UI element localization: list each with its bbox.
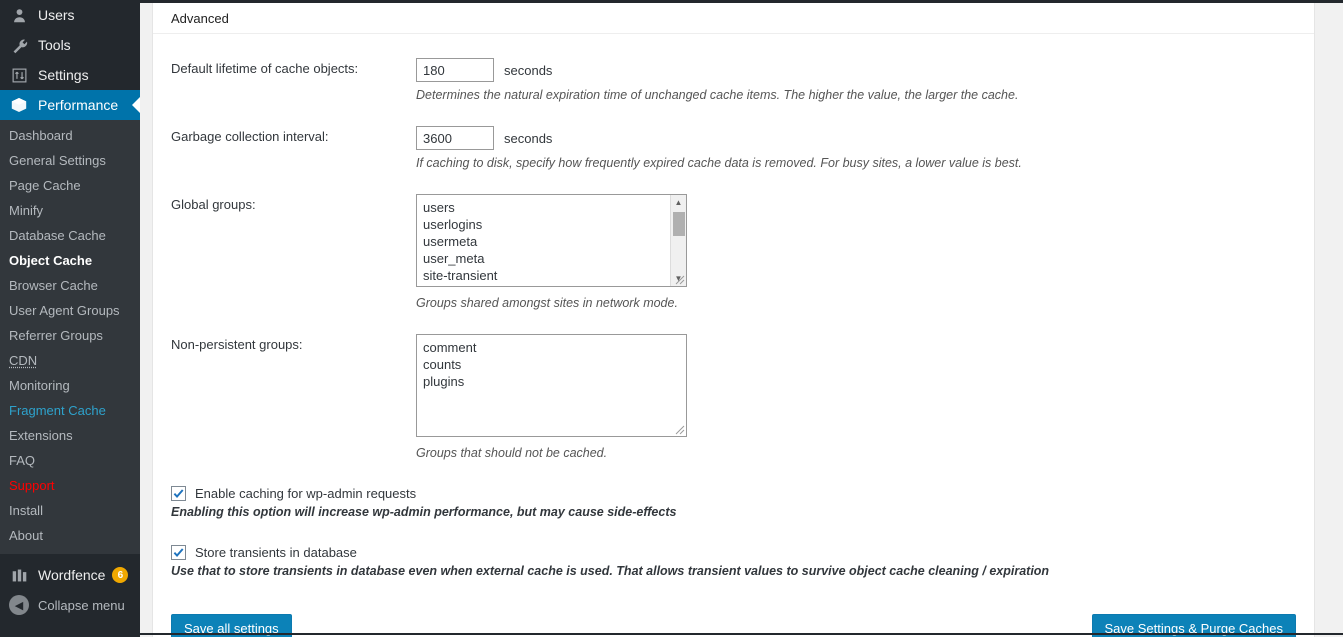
sidebar-item-label: Wordfence: [38, 567, 106, 583]
non-persistent-groups-textarea[interactable]: comment counts plugins: [416, 334, 687, 437]
sidebar-subitem-user-agent-groups[interactable]: User Agent Groups: [0, 298, 140, 323]
sidebar-subitem-browser-cache[interactable]: Browser Cache: [0, 273, 140, 298]
sidebar-item-tools[interactable]: Tools: [0, 30, 140, 60]
performance-cube-icon: [9, 95, 29, 115]
field-default-lifetime: Default lifetime of cache objects: secon…: [171, 34, 1296, 102]
sidebar-subitem-object-cache[interactable]: Object Cache: [0, 248, 140, 273]
collapse-menu-label: Collapse menu: [38, 597, 125, 613]
sidebar-subitem-referrer-groups[interactable]: Referrer Groups: [0, 323, 140, 348]
option-label: Enable caching for wp-admin requests: [195, 486, 417, 501]
option-wp-admin-caching: Enable caching for wp-admin requests Ena…: [171, 460, 1296, 519]
sidebar-item-label: Users: [38, 7, 75, 23]
field-garbage-collection: Garbage collection interval: seconds If …: [171, 102, 1296, 170]
sidebar-subitem-support[interactable]: Support: [0, 473, 140, 498]
scroll-down-arrow-icon[interactable]: ▼: [671, 271, 687, 286]
user-icon: [9, 5, 29, 25]
sidebar-subitem-database-cache[interactable]: Database Cache: [0, 223, 140, 248]
collapse-arrow-icon: ◀: [9, 595, 29, 615]
sidebar-subitem-extensions[interactable]: Extensions: [0, 423, 140, 448]
sidebar-subitem-faq[interactable]: FAQ: [0, 448, 140, 473]
field-hint: If caching to disk, specify how frequent…: [416, 156, 1022, 170]
wrench-icon: [9, 35, 29, 55]
default-lifetime-input[interactable]: [416, 58, 494, 82]
wp-admin-caching-checkbox[interactable]: [171, 486, 186, 501]
panel-body: Default lifetime of cache objects: secon…: [153, 34, 1314, 637]
advanced-settings-panel: Advanced Default lifetime of cache objec…: [152, 3, 1315, 637]
option-label: Store transients in database: [195, 545, 357, 560]
sidebar-item-performance[interactable]: Performance: [0, 90, 140, 120]
sidebar-subitem-install[interactable]: Install: [0, 498, 140, 523]
option-store-transients: Store transients in database Use that to…: [171, 519, 1296, 578]
sidebar-item-label: Tools: [38, 37, 71, 53]
field-label: Global groups:: [171, 197, 256, 212]
bottom-rule: [140, 633, 1343, 635]
sliders-icon: [9, 65, 29, 85]
store-transients-checkbox[interactable]: [171, 545, 186, 560]
field-hint: Groups shared amongst sites in network m…: [416, 296, 678, 310]
field-hint: Groups that should not be cached.: [416, 446, 608, 460]
scroll-up-arrow-icon[interactable]: ▲: [671, 195, 687, 210]
global-groups-scrollbar[interactable]: ▲ ▼: [670, 195, 686, 286]
sidebar-subitem-cdn[interactable]: CDN: [0, 348, 140, 373]
garbage-collection-input[interactable]: [416, 126, 494, 150]
sidebar-item-label: Performance: [38, 97, 119, 113]
sidebar-item-label: Settings: [38, 67, 89, 83]
sidebar-subitem-general-settings[interactable]: General Settings: [0, 148, 140, 173]
field-hint: Determines the natural expiration time o…: [416, 88, 1019, 102]
collapse-menu-button[interactable]: ◀ Collapse menu: [0, 590, 140, 620]
non-persistent-groups-wrapper: comment counts plugins: [416, 334, 687, 437]
sidebar-subitem-dashboard[interactable]: Dashboard: [0, 123, 140, 148]
performance-submenu: Dashboard General Settings Page Cache Mi…: [0, 120, 140, 554]
global-groups-wrapper: users userlogins usermeta user_meta site…: [416, 194, 687, 287]
sidebar-item-users[interactable]: Users: [0, 0, 140, 30]
sidebar-subitem-monitoring[interactable]: Monitoring: [0, 373, 140, 398]
field-label: Non-persistent groups:: [171, 337, 303, 352]
admin-sidebar: Users Tools Settings Performance Dashboa…: [0, 0, 140, 637]
global-groups-textarea[interactable]: users userlogins usermeta user_meta site…: [416, 194, 687, 287]
scrollbar-track[interactable]: [671, 210, 687, 271]
field-non-persistent-groups: Non-persistent groups: comment counts pl…: [171, 310, 1296, 460]
field-label: Garbage collection interval:: [171, 129, 329, 144]
unit-label: seconds: [504, 62, 553, 78]
wordfence-icon: [9, 565, 29, 585]
checkmark-icon: [173, 548, 184, 557]
page-root: Users Tools Settings Performance Dashboa…: [0, 0, 1343, 637]
sidebar-subitem-page-cache[interactable]: Page Cache: [0, 173, 140, 198]
unit-label: seconds: [504, 130, 553, 146]
main-content: Advanced Default lifetime of cache objec…: [140, 3, 1343, 637]
sidebar-subitem-about[interactable]: About: [0, 523, 140, 548]
sidebar-item-settings[interactable]: Settings: [0, 60, 140, 90]
panel-title: Advanced: [153, 3, 1314, 34]
checkmark-icon: [173, 489, 184, 498]
sidebar-item-wordfence[interactable]: Wordfence 6: [0, 560, 140, 590]
sidebar-subitem-fragment-cache[interactable]: Fragment Cache: [0, 398, 140, 423]
field-global-groups: Global groups: users userlogins usermeta…: [171, 170, 1296, 310]
option-description: Use that to store transients in database…: [171, 564, 1050, 578]
field-label: Default lifetime of cache objects:: [171, 61, 359, 76]
sidebar-subitem-minify[interactable]: Minify: [0, 198, 140, 223]
option-description: Enabling this option will increase wp-ad…: [171, 505, 677, 519]
sidebar-top-menu: Users Tools Settings Performance: [0, 0, 140, 120]
wordfence-update-badge: 6: [112, 567, 129, 583]
sidebar-bottom-menu: Wordfence 6 ◀ Collapse menu: [0, 554, 140, 620]
scrollbar-thumb[interactable]: [672, 212, 685, 236]
